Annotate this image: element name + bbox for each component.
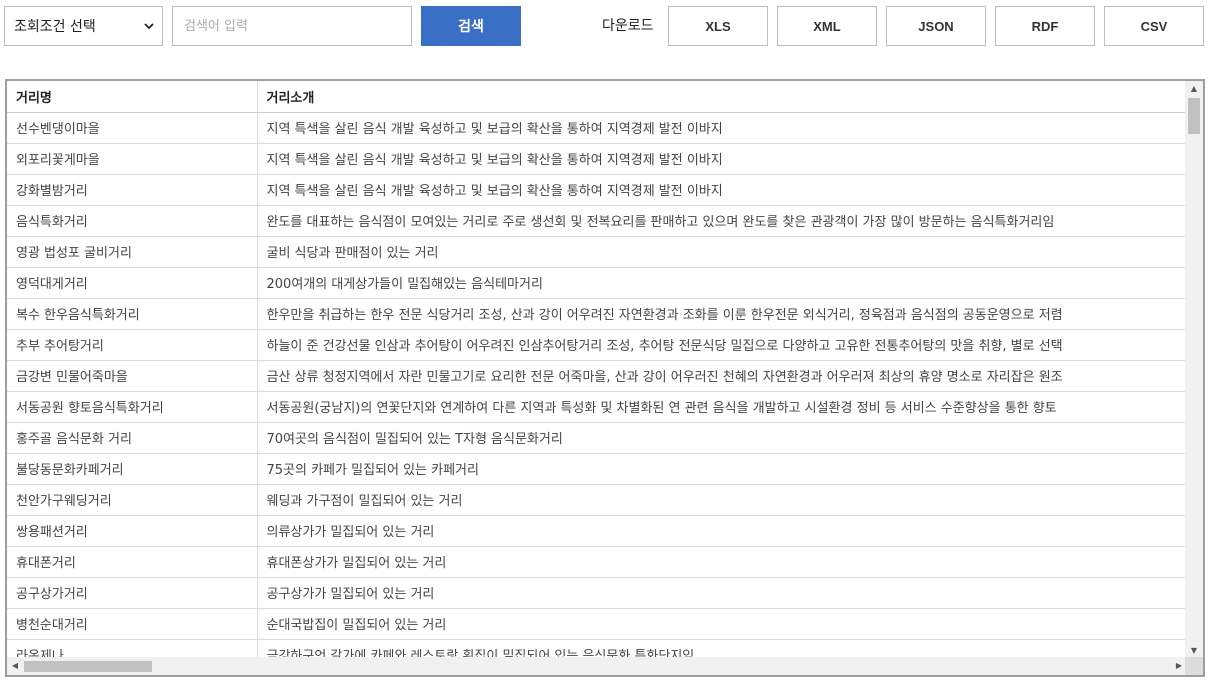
table-row[interactable]: 병천순대거리 순대국밥집이 밀집되어 있는 거리 [7,608,1187,640]
street-intro-cell: 70여곳의 음식점이 밀집되어 있는 T자형 음식문화거리 [257,422,1187,454]
table-row[interactable]: 서동공원 향토음식특화거리 서동공원(궁남지)의 연꽃단지와 연계하여 다른 지역… [7,391,1187,423]
street-intro-cell: 굴비 식당과 판매점이 있는 거리 [257,236,1187,268]
table-row[interactable]: 쌍용패션거리 의류상가가 밀집되어 있는 거리 [7,515,1187,547]
street-name-cell: 병천순대거리 [7,608,258,640]
street-intro-cell: 75곳의 카페가 밀집되어 있는 카페거리 [257,453,1187,485]
street-intro-cell: 금산 상류 청정지역에서 자란 민물고기로 요리한 전문 어죽마을, 산과 강이… [257,360,1187,392]
table-row[interactable]: 불당동문화카페거리 75곳의 카페가 밀집되어 있는 카페거리 [7,453,1187,485]
street-intro-cell: 지역 특색을 살린 음식 개발 육성하고 및 보급의 확산을 통하여 지역경제 … [257,143,1187,175]
table-row[interactable]: 영덕대게거리 200여개의 대게상가들이 밀집해있는 음식테마거리 [7,267,1187,299]
grid-viewport: 거리명 거리소개 선수벤댕이마을 지역 특색을 살린 음식 개발 육성하고 및 보… [7,81,1187,659]
arrow-up-icon[interactable]: ▲ [1185,81,1203,97]
street-name-cell: 홍주골 음식문화 거리 [7,422,258,454]
street-intro-cell: 순대국밥집이 밀집되어 있는 거리 [257,608,1187,640]
table-row[interactable]: 휴대폰거리 휴대폰상가가 밀집되어 있는 거리 [7,546,1187,578]
data-grid: 거리명 거리소개 선수벤댕이마을 지역 특색을 살린 음식 개발 육성하고 및 보… [5,79,1205,677]
street-intro-cell: 서동공원(궁남지)의 연꽃단지와 연계하여 다른 지역과 특성화 및 차별화된 … [257,391,1187,423]
street-name-cell: 라온제나 [7,639,258,659]
table-row[interactable]: 음식특화거리 완도를 대표하는 음식점이 모여있는 거리로 주로 생선회 및 전복… [7,205,1187,237]
table-row[interactable]: 금강변 민물어죽마을 금산 상류 청정지역에서 자란 민물고기로 요리한 전문 어… [7,360,1187,392]
street-name-cell: 영광 법성포 굴비거리 [7,236,258,268]
street-name-cell: 불당동문화카페거리 [7,453,258,485]
table-row[interactable]: 영광 법성포 굴비거리 굴비 식당과 판매점이 있는 거리 [7,236,1187,268]
street-intro-cell: 금강하구언 갈가에 카페와 레스토랑 횟집이 밀집되어 있는 음식문화 특화단지… [257,639,1187,659]
column-header-street-intro[interactable]: 거리소개 [257,81,1187,113]
street-table: 거리명 거리소개 선수벤댕이마을 지역 특색을 살린 음식 개발 육성하고 및 보… [7,81,1187,659]
street-name-cell: 공구상가거리 [7,577,258,609]
table-row[interactable]: 라온제나 금강하구언 갈가에 카페와 레스토랑 횟집이 밀집되어 있는 음식문화 … [7,639,1187,659]
street-intro-cell: 지역 특색을 살린 음식 개발 육성하고 및 보급의 확산을 통하여 지역경제 … [257,112,1187,144]
table-row[interactable]: 공구상가거리 공구상가가 밀집되어 있는 거리 [7,577,1187,609]
download-csv-button[interactable]: CSV [1104,6,1204,46]
street-intro-cell: 휴대폰상가가 밀집되어 있는 거리 [257,546,1187,578]
vertical-scrollbar[interactable]: ▲ ▼ [1185,81,1203,659]
vertical-scroll-thumb[interactable] [1188,98,1200,134]
table-row[interactable]: 천안가구웨딩거리 웨딩과 가구점이 밀집되어 있는 거리 [7,484,1187,516]
street-intro-cell: 한우만을 취급하는 한우 전문 식당거리 조성, 산과 강이 어우려진 자연환경… [257,298,1187,330]
table-row[interactable]: 선수벤댕이마을 지역 특색을 살린 음식 개발 육성하고 및 보급의 확산을 통하… [7,112,1187,144]
street-name-cell: 서동공원 향토음식특화거리 [7,391,258,423]
chevron-down-icon [144,23,154,30]
search-button[interactable]: 검색 [421,6,521,46]
street-name-cell: 쌍용패션거리 [7,515,258,547]
table-row[interactable]: 강화별밤거리 지역 특색을 살린 음식 개발 육성하고 및 보급의 확산을 통하여… [7,174,1187,206]
street-intro-cell: 웨딩과 가구점이 밀집되어 있는 거리 [257,484,1187,516]
street-intro-cell: 의류상가가 밀집되어 있는 거리 [257,515,1187,547]
table-row[interactable]: 외포리꽃게마을 지역 특색을 살린 음식 개발 육성하고 및 보급의 확산을 통하… [7,143,1187,175]
street-name-cell: 휴대폰거리 [7,546,258,578]
download-xls-button[interactable]: XLS [668,6,768,46]
download-rdf-button[interactable]: RDF [995,6,1095,46]
street-name-cell: 천안가구웨딩거리 [7,484,258,516]
table-row[interactable]: 홍주골 음식문화 거리 70여곳의 음식점이 밀집되어 있는 T자형 음식문화거리 [7,422,1187,454]
search-condition-select[interactable]: 조회조건 선택 [4,6,163,46]
scrollbar-corner [1185,657,1203,675]
street-intro-cell: 하늘이 준 건강선물 인삼과 추어탕이 어우려진 인삼추어탕거리 조성, 추어탕… [257,329,1187,361]
table-header-row: 거리명 거리소개 [7,81,1187,113]
search-input[interactable] [172,6,412,46]
street-name-cell: 복수 한우음식특화거리 [7,298,258,330]
street-name-cell: 금강변 민물어죽마을 [7,360,258,392]
street-name-cell: 강화별밤거리 [7,174,258,206]
street-name-cell: 영덕대게거리 [7,267,258,299]
street-name-cell: 외포리꽃게마을 [7,143,258,175]
download-json-button[interactable]: JSON [886,6,986,46]
street-intro-cell: 지역 특색을 살린 음식 개발 육성하고 및 보급의 확산을 통하여 지역경제 … [257,174,1187,206]
horizontal-scrollbar[interactable]: ◀ ▶ [7,657,1187,675]
download-xml-button[interactable]: XML [777,6,877,46]
horizontal-scroll-thumb[interactable] [24,661,152,672]
street-intro-cell: 200여개의 대게상가들이 밀집해있는 음식테마거리 [257,267,1187,299]
street-name-cell: 추부 추어탕거리 [7,329,258,361]
search-condition-value: 조회조건 선택 [14,19,96,35]
arrow-left-icon[interactable]: ◀ [7,657,23,675]
street-name-cell: 음식특화거리 [7,205,258,237]
download-label: 다운로드 [602,18,654,34]
street-intro-cell: 공구상가가 밀집되어 있는 거리 [257,577,1187,609]
street-name-cell: 선수벤댕이마을 [7,112,258,144]
table-row[interactable]: 복수 한우음식특화거리 한우만을 취급하는 한우 전문 식당거리 조성, 산과 강… [7,298,1187,330]
column-header-street-name[interactable]: 거리명 [7,81,258,113]
street-intro-cell: 완도를 대표하는 음식점이 모여있는 거리로 주로 생선회 및 전복요리를 판매… [257,205,1187,237]
table-row[interactable]: 추부 추어탕거리 하늘이 준 건강선물 인삼과 추어탕이 어우려진 인삼추어탕거리… [7,329,1187,361]
toolbar: 조회조건 선택 검색 다운로드 XLS XML JSON RDF CSV [4,6,1211,46]
